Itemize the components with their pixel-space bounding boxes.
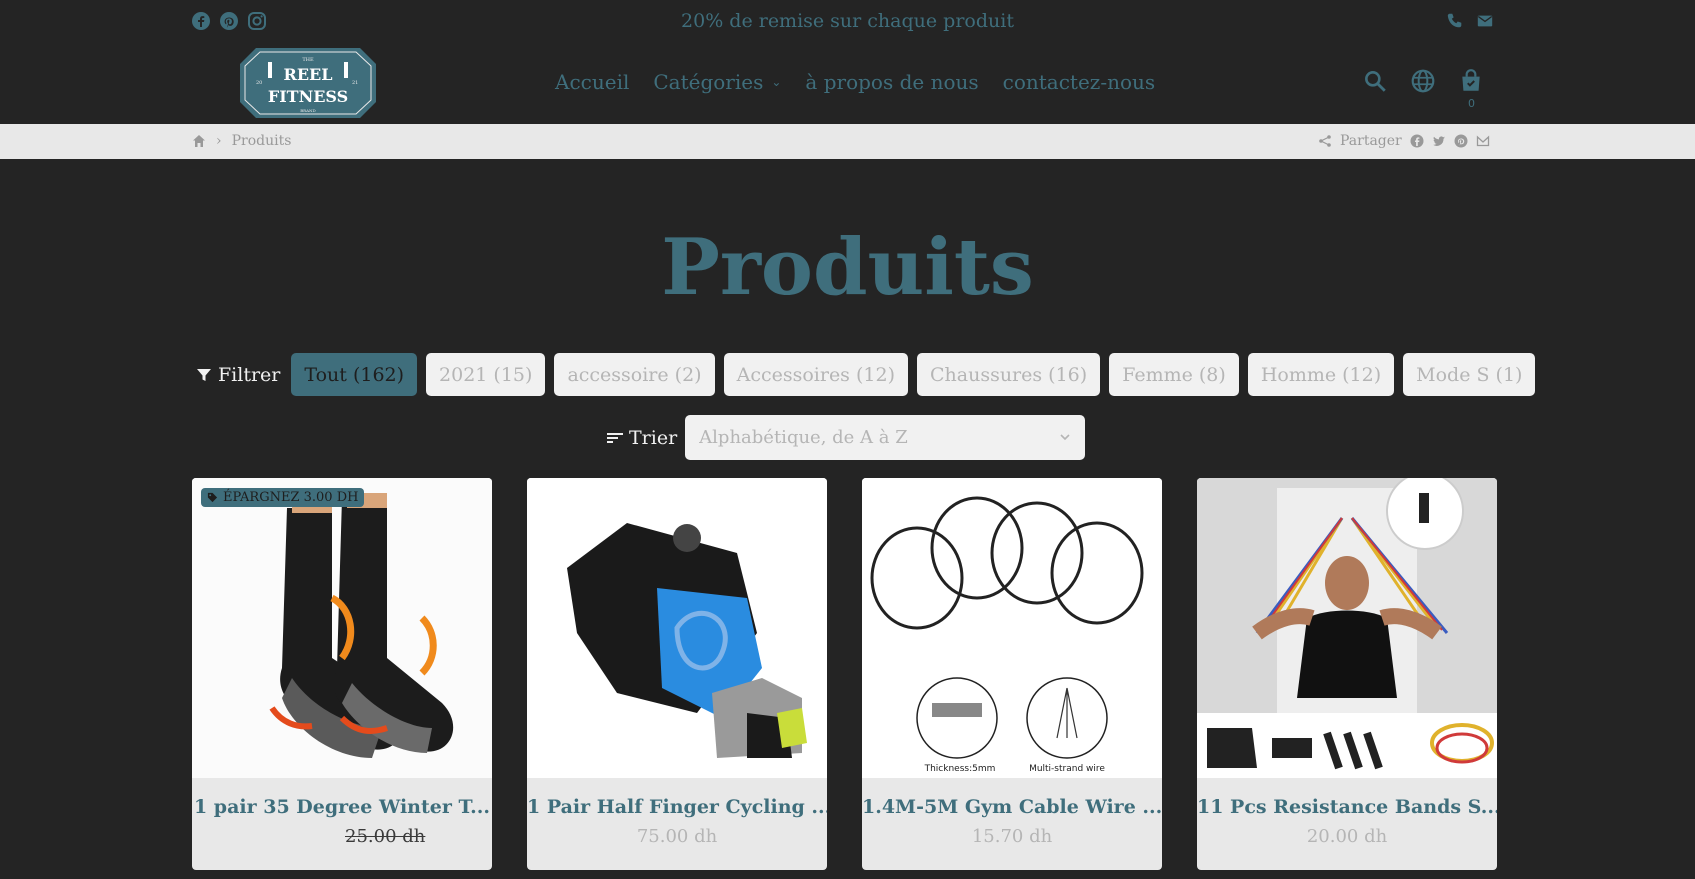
logo-line2: FITNESS: [268, 87, 348, 106]
sort-bar: Trier Alphabétique, de A à Z: [607, 415, 1086, 460]
product-price: 20.00 dh: [1306, 826, 1388, 847]
nav-label: Accueil: [555, 70, 630, 94]
product-price: 22.00 dh 25.00 dh: [192, 826, 492, 847]
nav-item-categories[interactable]: Catégories ⌄: [653, 70, 781, 94]
header-tools: 0: [1362, 68, 1484, 110]
breadcrumb-separator-icon: ›: [216, 133, 222, 149]
logo-top: THE: [302, 57, 314, 63]
filter-icon: [197, 368, 211, 381]
promo-banner: 20% de remise sur chaque produit: [681, 10, 1014, 32]
product-image-socks[interactable]: ÉPARGNEZ 3.00 DH: [192, 478, 492, 778]
filter-pill-homme[interactable]: Homme (12): [1247, 353, 1395, 396]
share-icon: [1318, 134, 1332, 148]
product-image-resistance-bands[interactable]: [1197, 478, 1497, 778]
cart-icon[interactable]: 0: [1458, 68, 1484, 110]
phone-icon[interactable]: [1446, 12, 1464, 30]
globe-icon[interactable]: [1410, 68, 1436, 94]
filter-pill-accessoire[interactable]: accessoire (2): [554, 353, 715, 396]
search-icon[interactable]: [1362, 68, 1388, 94]
share-twitter-icon[interactable]: [1432, 134, 1446, 148]
nav-item-accueil[interactable]: Accueil: [555, 70, 629, 94]
product-image-cable[interactable]: Thickness:5mm Multi-strand wire: [862, 478, 1162, 778]
contact-links: [1446, 12, 1494, 30]
share-bar: Partager: [1318, 133, 1490, 149]
image-caption: Multi-strand wire: [1029, 764, 1105, 774]
filter-pill-femme[interactable]: Femme (8): [1109, 353, 1239, 396]
filter-bar: Filtrer Tout (162) 2021 (15) accessoire …: [196, 353, 1536, 396]
breadcrumb-current: Produits: [231, 133, 292, 149]
breadcrumb: › Produits: [192, 133, 291, 149]
nav-label: Catégories: [653, 70, 764, 94]
mail-icon[interactable]: [1476, 12, 1494, 30]
filter-pill-mode-s[interactable]: Mode S (1): [1403, 353, 1536, 396]
nav-label: à propos de nous: [805, 70, 979, 94]
logo-line1: REEL: [284, 65, 333, 84]
filter-pill-chaussures[interactable]: Chaussures (16): [916, 353, 1101, 396]
site-header: 20% de remise sur chaque produit THE REE…: [0, 0, 1695, 124]
sort-label: Trier: [607, 427, 677, 449]
home-icon[interactable]: [192, 134, 206, 148]
filter-label: Filtrer: [196, 364, 280, 386]
share-label: Partager: [1340, 133, 1402, 149]
site-logo[interactable]: THE REEL FITNESS BRAND 20 21: [240, 44, 376, 122]
share-pinterest-icon[interactable]: [1454, 134, 1468, 148]
product-price: 15.70 dh: [971, 826, 1053, 847]
share-email-icon[interactable]: [1476, 134, 1490, 148]
share-facebook-icon[interactable]: [1410, 134, 1424, 148]
product-name[interactable]: 11 Pcs Resistance Bands S...: [1197, 796, 1497, 818]
product-name[interactable]: 1.4M-5M Gym Cable Wire ...: [862, 796, 1162, 818]
product-sale-price: 22.00 dh: [258, 826, 339, 847]
sort-select-value: Alphabétique, de A à Z: [699, 427, 908, 448]
breadcrumb-bar: › Produits Partager: [0, 124, 1695, 159]
logo-num-left: 20: [256, 80, 262, 86]
sort-label-text: Trier: [629, 426, 678, 449]
product-card[interactable]: 1 Pair Half Finger Cycling ... 75.00 dh: [527, 478, 827, 870]
product-compare-price: 25.00 dh: [345, 826, 426, 847]
chevron-down-icon: [1059, 427, 1071, 448]
filter-pill-accessoires[interactable]: Accessoires (12): [723, 353, 908, 396]
nav-label: contactez-nous: [1002, 70, 1156, 94]
nav-item-contact[interactable]: contactez-nous: [1003, 70, 1156, 94]
filter-pill-2021[interactable]: 2021 (15): [426, 353, 546, 396]
cart-count: 0: [1468, 97, 1475, 110]
image-caption: Thickness:5mm: [924, 764, 996, 774]
product-grid: ÉPARGNEZ 3.00 DH 1 pair 35 Degree Winter…: [192, 478, 1497, 870]
filter-label-text: Filtrer: [218, 363, 281, 386]
tag-icon: [207, 492, 218, 503]
product-card[interactable]: 11 Pcs Resistance Bands S... 20.00 dh: [1197, 478, 1497, 870]
sort-icon: [607, 432, 623, 443]
sort-select[interactable]: Alphabétique, de A à Z: [685, 415, 1086, 460]
chevron-down-icon: ⌄: [771, 75, 782, 89]
nav-item-about[interactable]: à propos de nous: [805, 70, 978, 94]
product-image-gloves[interactable]: [527, 478, 827, 778]
product-card[interactable]: Thickness:5mm Multi-strand wire 1.4M-5M …: [862, 478, 1162, 870]
product-name[interactable]: 1 Pair Half Finger Cycling ...: [527, 796, 827, 818]
product-card[interactable]: ÉPARGNEZ 3.00 DH 1 pair 35 Degree Winter…: [192, 478, 492, 870]
product-price: 75.00 dh: [636, 826, 718, 847]
main-nav: Accueil Catégories ⌄ à propos de nous con…: [555, 70, 1179, 94]
logo-num-right: 21: [352, 80, 358, 86]
page-title: Produits: [661, 222, 1034, 313]
logo-bottom: BRAND: [300, 108, 316, 113]
filter-pill-tout[interactable]: Tout (162): [291, 353, 418, 396]
discount-badge-text: ÉPARGNEZ 3.00 DH: [223, 490, 359, 505]
discount-badge: ÉPARGNEZ 3.00 DH: [201, 488, 365, 507]
product-name[interactable]: 1 pair 35 Degree Winter T...: [192, 796, 492, 818]
